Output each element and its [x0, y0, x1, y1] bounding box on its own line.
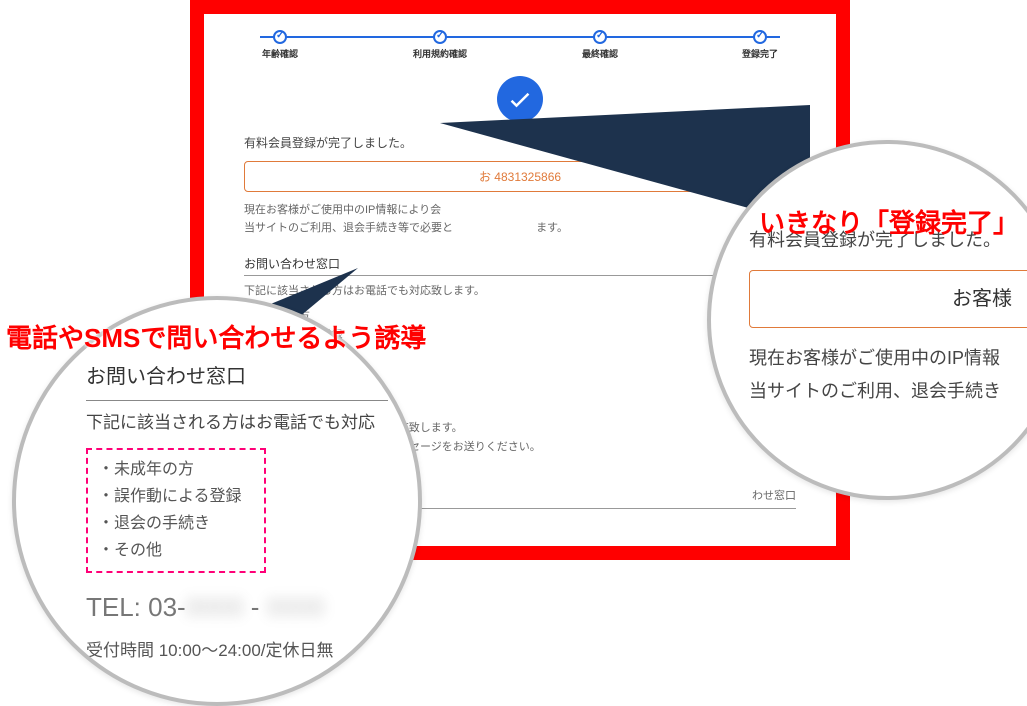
- customer-id-value: 4831325866: [494, 170, 561, 184]
- zoom-circle-left: お問い合わせ窓口 下記に該当される方はお電話でも対応 ・未成年の方 ・誤作動によ…: [12, 296, 422, 706]
- zoom-right-customer-box: お客様: [749, 270, 1027, 328]
- callout-phone-sms-lead: 電話やSMSで問い合わせるよう誘導: [6, 318, 426, 355]
- zoom-left-hours: 受付時間 10:00〜24:00/定休日無: [86, 637, 388, 666]
- registration-complete-message: 有料会員登録が完了しました。: [244, 134, 796, 151]
- zoom-left-desc: 下記に該当される方はお電話でも対応: [86, 409, 388, 438]
- progress-step-2: 利用規約確認: [410, 30, 470, 60]
- check-icon: [753, 30, 767, 44]
- progress-bar: 年齢確認 利用規約確認 最終確認 登録完了: [250, 30, 790, 60]
- check-icon: [273, 30, 287, 44]
- check-icon: [593, 30, 607, 44]
- callout-registration-complete: いきなり「登録完了」: [759, 203, 1019, 240]
- ip-info-note: 現在お客様がご使用中のIP情報により会 当サイトのご利用、退会手続き等で必要と …: [244, 202, 796, 237]
- progress-step-1: 年齢確認: [250, 30, 310, 60]
- success-check-icon: [497, 76, 543, 122]
- customer-id-box: お 4831325866: [244, 161, 796, 192]
- zoom-right-ip-a: 現在お客様がご使用中のIP情報: [749, 342, 1027, 374]
- zoom-left-tel: TEL: 03-0000 - 0000: [86, 585, 388, 629]
- progress-step-3: 最終確認: [570, 30, 630, 60]
- progress-step-4: 登録完了: [730, 30, 790, 60]
- zoom-left-title: お問い合わせ窓口: [86, 360, 388, 401]
- zoom-right-ip-b: 当サイトのご利用、退会手続き: [749, 375, 1027, 407]
- zoom-left-bullets-box: ・未成年の方 ・誤作動による登録 ・退会の手続き ・その他: [86, 448, 266, 573]
- check-icon: [433, 30, 447, 44]
